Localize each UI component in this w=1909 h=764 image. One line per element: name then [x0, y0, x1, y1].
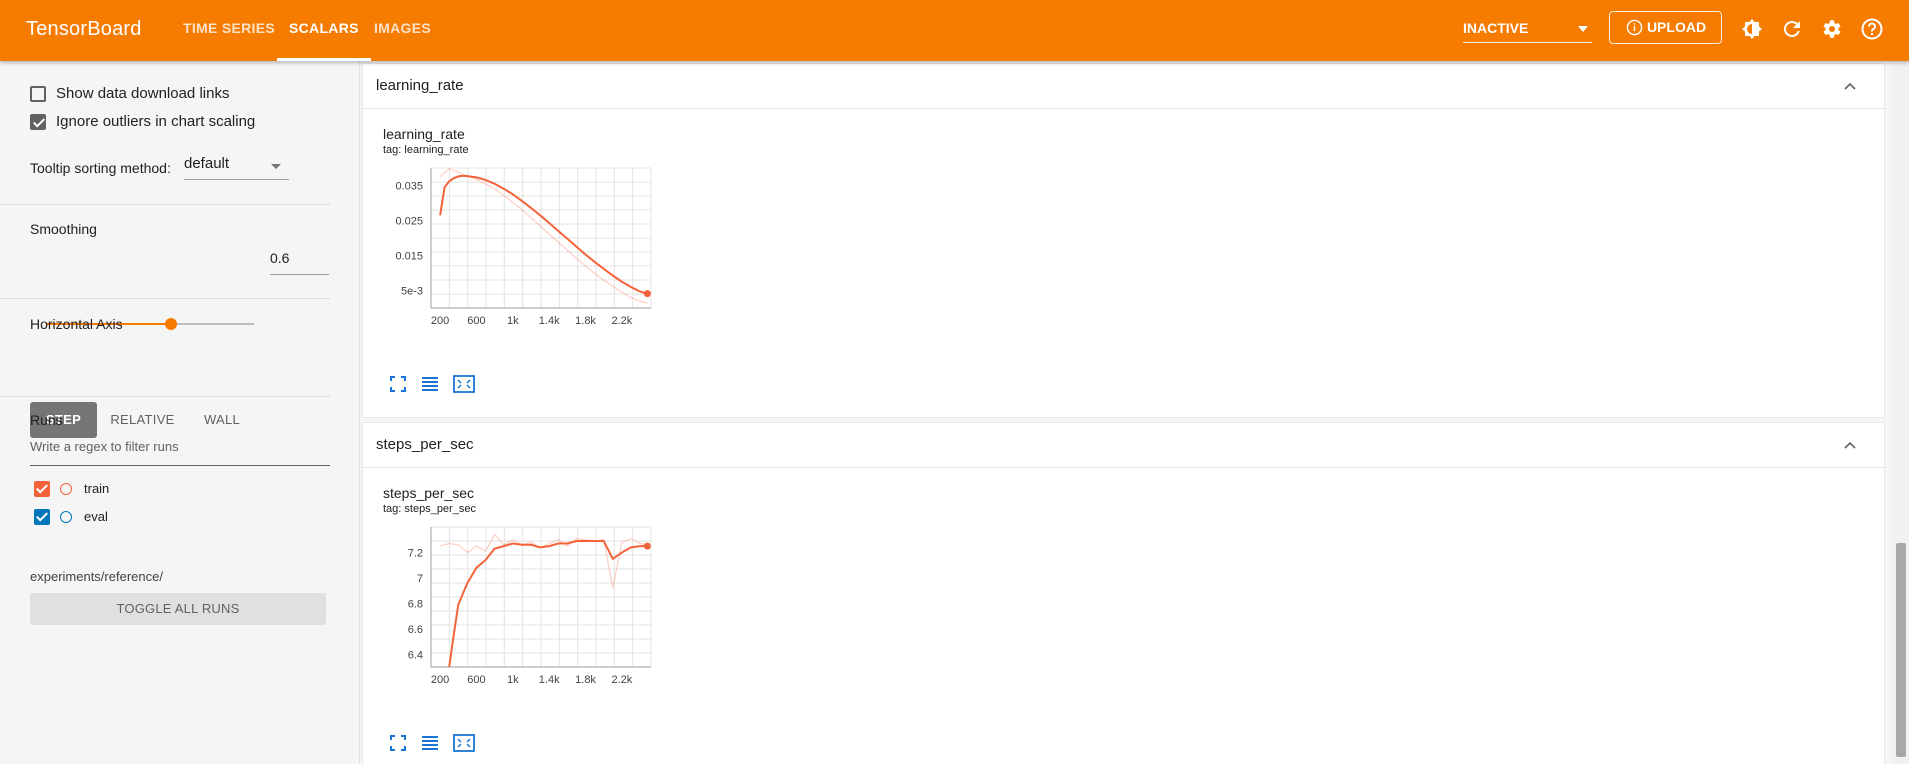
y-tick-label: 7.2 [408, 547, 423, 559]
chart-tag: tag: steps_per_sec [383, 503, 476, 515]
series-last-point [643, 542, 651, 550]
data-table-icon[interactable] [421, 375, 439, 393]
ignore-outliers-label: Ignore outliers in chart scaling [56, 113, 256, 130]
x-tick-label: 1.4k [539, 674, 560, 686]
info-icon [1626, 19, 1643, 36]
card-title: steps_per_sec [376, 436, 474, 453]
x-tick-label: 200 [431, 315, 449, 327]
refresh-icon[interactable] [1780, 17, 1804, 41]
smoothing-slider-thumb[interactable] [164, 318, 177, 330]
divider [0, 204, 330, 205]
tab-scalars[interactable]: SCALARS [277, 0, 371, 61]
x-tick-label: 2.2k [612, 315, 633, 327]
fit-domain-icon[interactable] [453, 375, 475, 393]
y-tick-label: 7 [417, 573, 423, 585]
smoothing-label: Smoothing [30, 221, 97, 237]
series-raw-line [439, 168, 648, 304]
smoothing-value-input[interactable]: 0.6 [270, 250, 329, 275]
data-table-icon[interactable] [421, 734, 439, 752]
show-download-links-checkbox[interactable] [30, 86, 46, 102]
divider [0, 298, 330, 299]
series-train [439, 533, 648, 667]
tooltip-sorting-label: Tooltip sorting method: [30, 160, 171, 176]
axis-wall-button[interactable]: WALL [188, 402, 256, 438]
series-raw-line [439, 533, 648, 589]
chevron-up-icon[interactable] [1842, 78, 1858, 94]
fit-domain-icon[interactable] [453, 734, 475, 752]
runs-label: Runs [30, 412, 63, 428]
chart-title: steps_per_sec [383, 485, 475, 501]
card-title: learning_rate [376, 77, 464, 94]
card-header[interactable]: learning_rate [363, 64, 1884, 109]
settings-icon[interactable] [1820, 17, 1844, 41]
y-tick-label: 6.6 [408, 624, 423, 636]
upload-button[interactable]: UPLOAD [1609, 11, 1722, 44]
y-tick-label: 5e-3 [401, 286, 423, 298]
run-eval-color-icon[interactable] [60, 511, 72, 523]
chevron-up-icon[interactable] [1842, 437, 1858, 453]
toggle-all-runs-button[interactable]: TOGGLE ALL RUNS [30, 593, 326, 625]
scrollbar-thumb[interactable] [1896, 543, 1906, 757]
x-tick-label: 1.4k [539, 315, 560, 327]
chart-tag: tag: learning_rate [383, 144, 469, 156]
chart-title: learning_rate [383, 126, 465, 142]
y-tick-label: 0.015 [395, 251, 423, 263]
x-tick-label: 1k [507, 674, 519, 686]
top-app-bar: TensorBoard TIME SERIES SCALARS IMAGES I… [0, 0, 1909, 61]
series-smoothed-line [439, 174, 648, 295]
x-tick-label: 1.8k [575, 315, 596, 327]
tooltip-sorting-value: default [184, 155, 230, 172]
tab-time-series[interactable]: TIME SERIES [183, 0, 275, 61]
divider [0, 396, 330, 397]
card-header[interactable]: steps_per_sec [363, 423, 1884, 468]
page-scrollbar[interactable] [1893, 61, 1909, 764]
series-train [439, 168, 648, 304]
upload-label: UPLOAD [1646, 19, 1707, 35]
run-status-select[interactable]: INACTIVE [1463, 16, 1592, 43]
x-tick-label: 600 [467, 674, 485, 686]
run-filter-placeholder: Write a regex to filter runs [30, 439, 179, 454]
x-tick-label: 600 [467, 315, 485, 327]
chart-learning-rate[interactable]: 5e-3 0.015 0.025 0.035 200 600 1k 1.4k 1.8k 2.2k [363, 160, 723, 340]
run-status-value: INACTIVE [1463, 20, 1529, 36]
main-content: learning_rate learning_rate tag: learnin… [360, 61, 1887, 764]
x-tick-label: 200 [431, 674, 449, 686]
card-steps-per-sec: steps_per_sec steps_per_sec tag: steps_p… [362, 422, 1885, 764]
tooltip-sorting-select[interactable]: default [184, 155, 289, 180]
sidebar: Show data download links Ignore outliers… [0, 61, 360, 764]
x-tick-label: 2.2k [612, 674, 633, 686]
tab-images[interactable]: IMAGES [374, 0, 431, 61]
x-tick-label: 1.8k [575, 674, 596, 686]
run-path: experiments/reference/ [30, 569, 163, 584]
app-title: TensorBoard [26, 18, 142, 40]
smoothing-value: 0.6 [270, 250, 290, 266]
fullscreen-icon[interactable] [389, 375, 407, 393]
y-tick-label: 6.8 [408, 598, 423, 610]
y-tick-label: 0.035 [395, 181, 423, 193]
y-tick-label: 6.4 [408, 649, 423, 661]
run-eval-checkbox[interactable] [34, 509, 50, 525]
show-download-links-label: Show data download links [56, 85, 230, 102]
chevron-down-icon [1578, 26, 1588, 32]
axis-relative-button[interactable]: RELATIVE [105, 402, 180, 438]
chevron-down-icon [271, 164, 281, 169]
ignore-outliers-checkbox[interactable] [30, 114, 46, 130]
x-tick-label: 1k [507, 315, 519, 327]
card-learning-rate: learning_rate learning_rate tag: learnin… [362, 63, 1885, 418]
horizontal-axis-label: Horizontal Axis [30, 316, 123, 332]
run-train-checkbox[interactable] [34, 481, 50, 497]
run-train-label: train [84, 481, 110, 496]
y-tick-label: 0.025 [395, 216, 423, 228]
run-train-color-icon[interactable] [60, 483, 72, 495]
run-filter-input[interactable]: Write a regex to filter runs [30, 439, 330, 466]
series-last-point [643, 290, 651, 298]
series-smoothed-line [448, 540, 648, 667]
chart-steps-per-sec[interactable]: 6.4 6.6 6.8 7 7.2 200 600 1k 1.4k 1.8k 2.2k [363, 519, 723, 699]
help-icon[interactable] [1860, 17, 1884, 41]
fullscreen-icon[interactable] [389, 734, 407, 752]
run-eval-label: eval [84, 509, 108, 524]
brightness-icon[interactable] [1740, 17, 1764, 41]
